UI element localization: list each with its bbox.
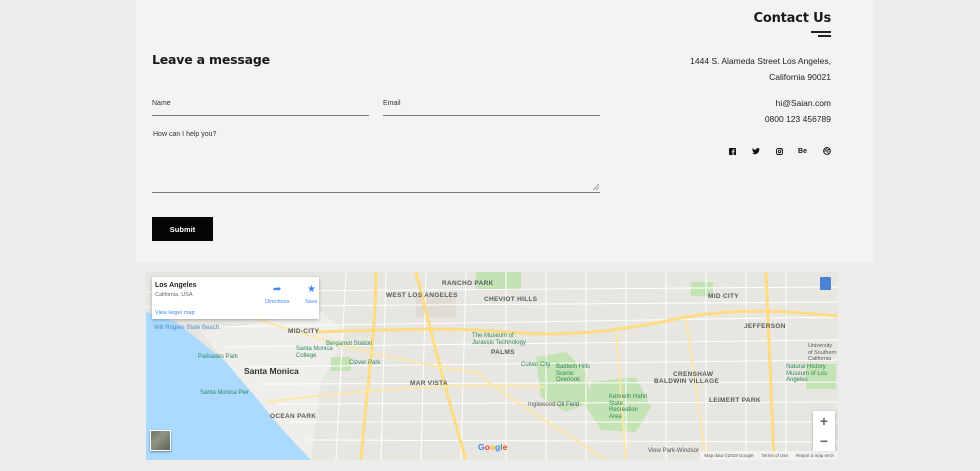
heading-rule (811, 31, 831, 33)
star-icon[interactable]: ★ (307, 284, 316, 295)
twitter-icon[interactable] (751, 146, 760, 156)
map-label-usc: University of Southern California (808, 343, 837, 362)
map-label-palisades-park: Palisades Park (198, 354, 239, 360)
google-logo: Google (478, 442, 508, 452)
map-label-rancho-park: RANCHO PARK (442, 280, 494, 287)
map-label-west-la: WEST LOS ANGELES (386, 292, 458, 299)
submit-button[interactable]: Submit (152, 217, 213, 241)
satellite-toggle[interactable] (150, 430, 171, 451)
map-label-museum-jurassic: The Museum of Jurassic Technology (472, 333, 526, 346)
map-label-mar-vista: MAR VISTA (410, 380, 448, 387)
leave-message-heading: Leave a message (152, 52, 270, 67)
map-label-mid-city: MID-CITY (288, 328, 320, 335)
behance-icon[interactable]: Be (797, 146, 808, 156)
zoom-out-button[interactable]: − (813, 431, 835, 451)
name-field-label: Name (152, 100, 171, 107)
map-label-culver-city: Culver City (521, 362, 551, 368)
map-label-view-park: View Park-Windsor (648, 448, 699, 454)
map-label-kenneth-hahn: Kenneth Hahn State Recreation Area (609, 394, 648, 420)
map-label-baldwin-hills: Baldwin Hills Scenic Overlook (556, 364, 591, 383)
message-textarea[interactable] (152, 128, 600, 193)
view-larger-map-link[interactable]: View larger map (155, 310, 195, 316)
map-label-smc: Santa Monica College (296, 346, 333, 359)
place-subtitle: California, USA (155, 292, 193, 298)
save-button[interactable]: Save (305, 299, 318, 305)
zoom-control: + − (813, 411, 835, 451)
map-label-crenshaw: CRENSHAW (673, 371, 714, 378)
email-field-label: Email (383, 100, 401, 107)
map-label-cheviot-hills: CHEVIOT HILLS (484, 296, 538, 303)
terms-link[interactable]: Terms of Use (761, 453, 788, 458)
place-info-card: Los Angeles California, USA View larger … (152, 277, 319, 319)
google-map[interactable]: Santa Monica WEST LOS ANGELES RANCHO PAR… (146, 272, 838, 460)
map-data-attribution: Map data ©2019 Google (704, 453, 754, 458)
name-field[interactable] (152, 115, 369, 116)
contact-phone: 0800 123 456789 (764, 114, 831, 124)
map-label-ocean-park: OCEAN PARK (270, 413, 317, 420)
map-label-baldwin-village: BALDWIN VILLAGE (654, 378, 720, 385)
map-label-clover-park: Clover Park (349, 360, 381, 366)
instagram-icon[interactable] (775, 146, 783, 156)
resize-grip-icon[interactable] (593, 184, 599, 190)
pegman-icon[interactable] (820, 277, 831, 290)
map-label-jefferson: JEFFERSON (744, 323, 786, 330)
map-label-will-rogers: Will Rogers State Beach (154, 325, 220, 331)
map-label-natural-history: Natural History Museum of Los Angeles (786, 364, 828, 383)
facebook-icon[interactable] (728, 146, 736, 156)
map-label-palms: PALMS (491, 349, 515, 356)
place-title: Los Angeles (155, 282, 197, 289)
email-field[interactable] (383, 115, 600, 116)
map-label-santa-monica-pier: Santa Monica Pier (200, 390, 250, 396)
address-line-2: California 90021 (769, 72, 831, 82)
map-label-leimert-park: LEIMERT PARK (709, 397, 761, 404)
directions-button[interactable]: Directions (265, 299, 289, 305)
report-error-link[interactable]: Report a map error (796, 453, 834, 458)
directions-icon[interactable]: ➦ (273, 284, 281, 295)
heading-rule-short (818, 35, 831, 37)
address-line-1: 1444 S. Alameda Street Los Angeles, (690, 56, 831, 66)
map-footer: Map data ©2019 Google Terms of Use Repor… (700, 451, 838, 460)
map-label-inglewood-oil: Inglewood Oil Field (528, 402, 580, 408)
map-label-santa-monica: Santa Monica (244, 366, 299, 376)
map-label-mid-city-east: MID CITY (708, 293, 739, 300)
dribbble-icon[interactable] (822, 146, 831, 156)
contact-email[interactable]: hi@Saian.com (776, 98, 831, 108)
zoom-in-button[interactable]: + (813, 411, 835, 431)
contact-us-heading: Contact Us (753, 11, 832, 26)
